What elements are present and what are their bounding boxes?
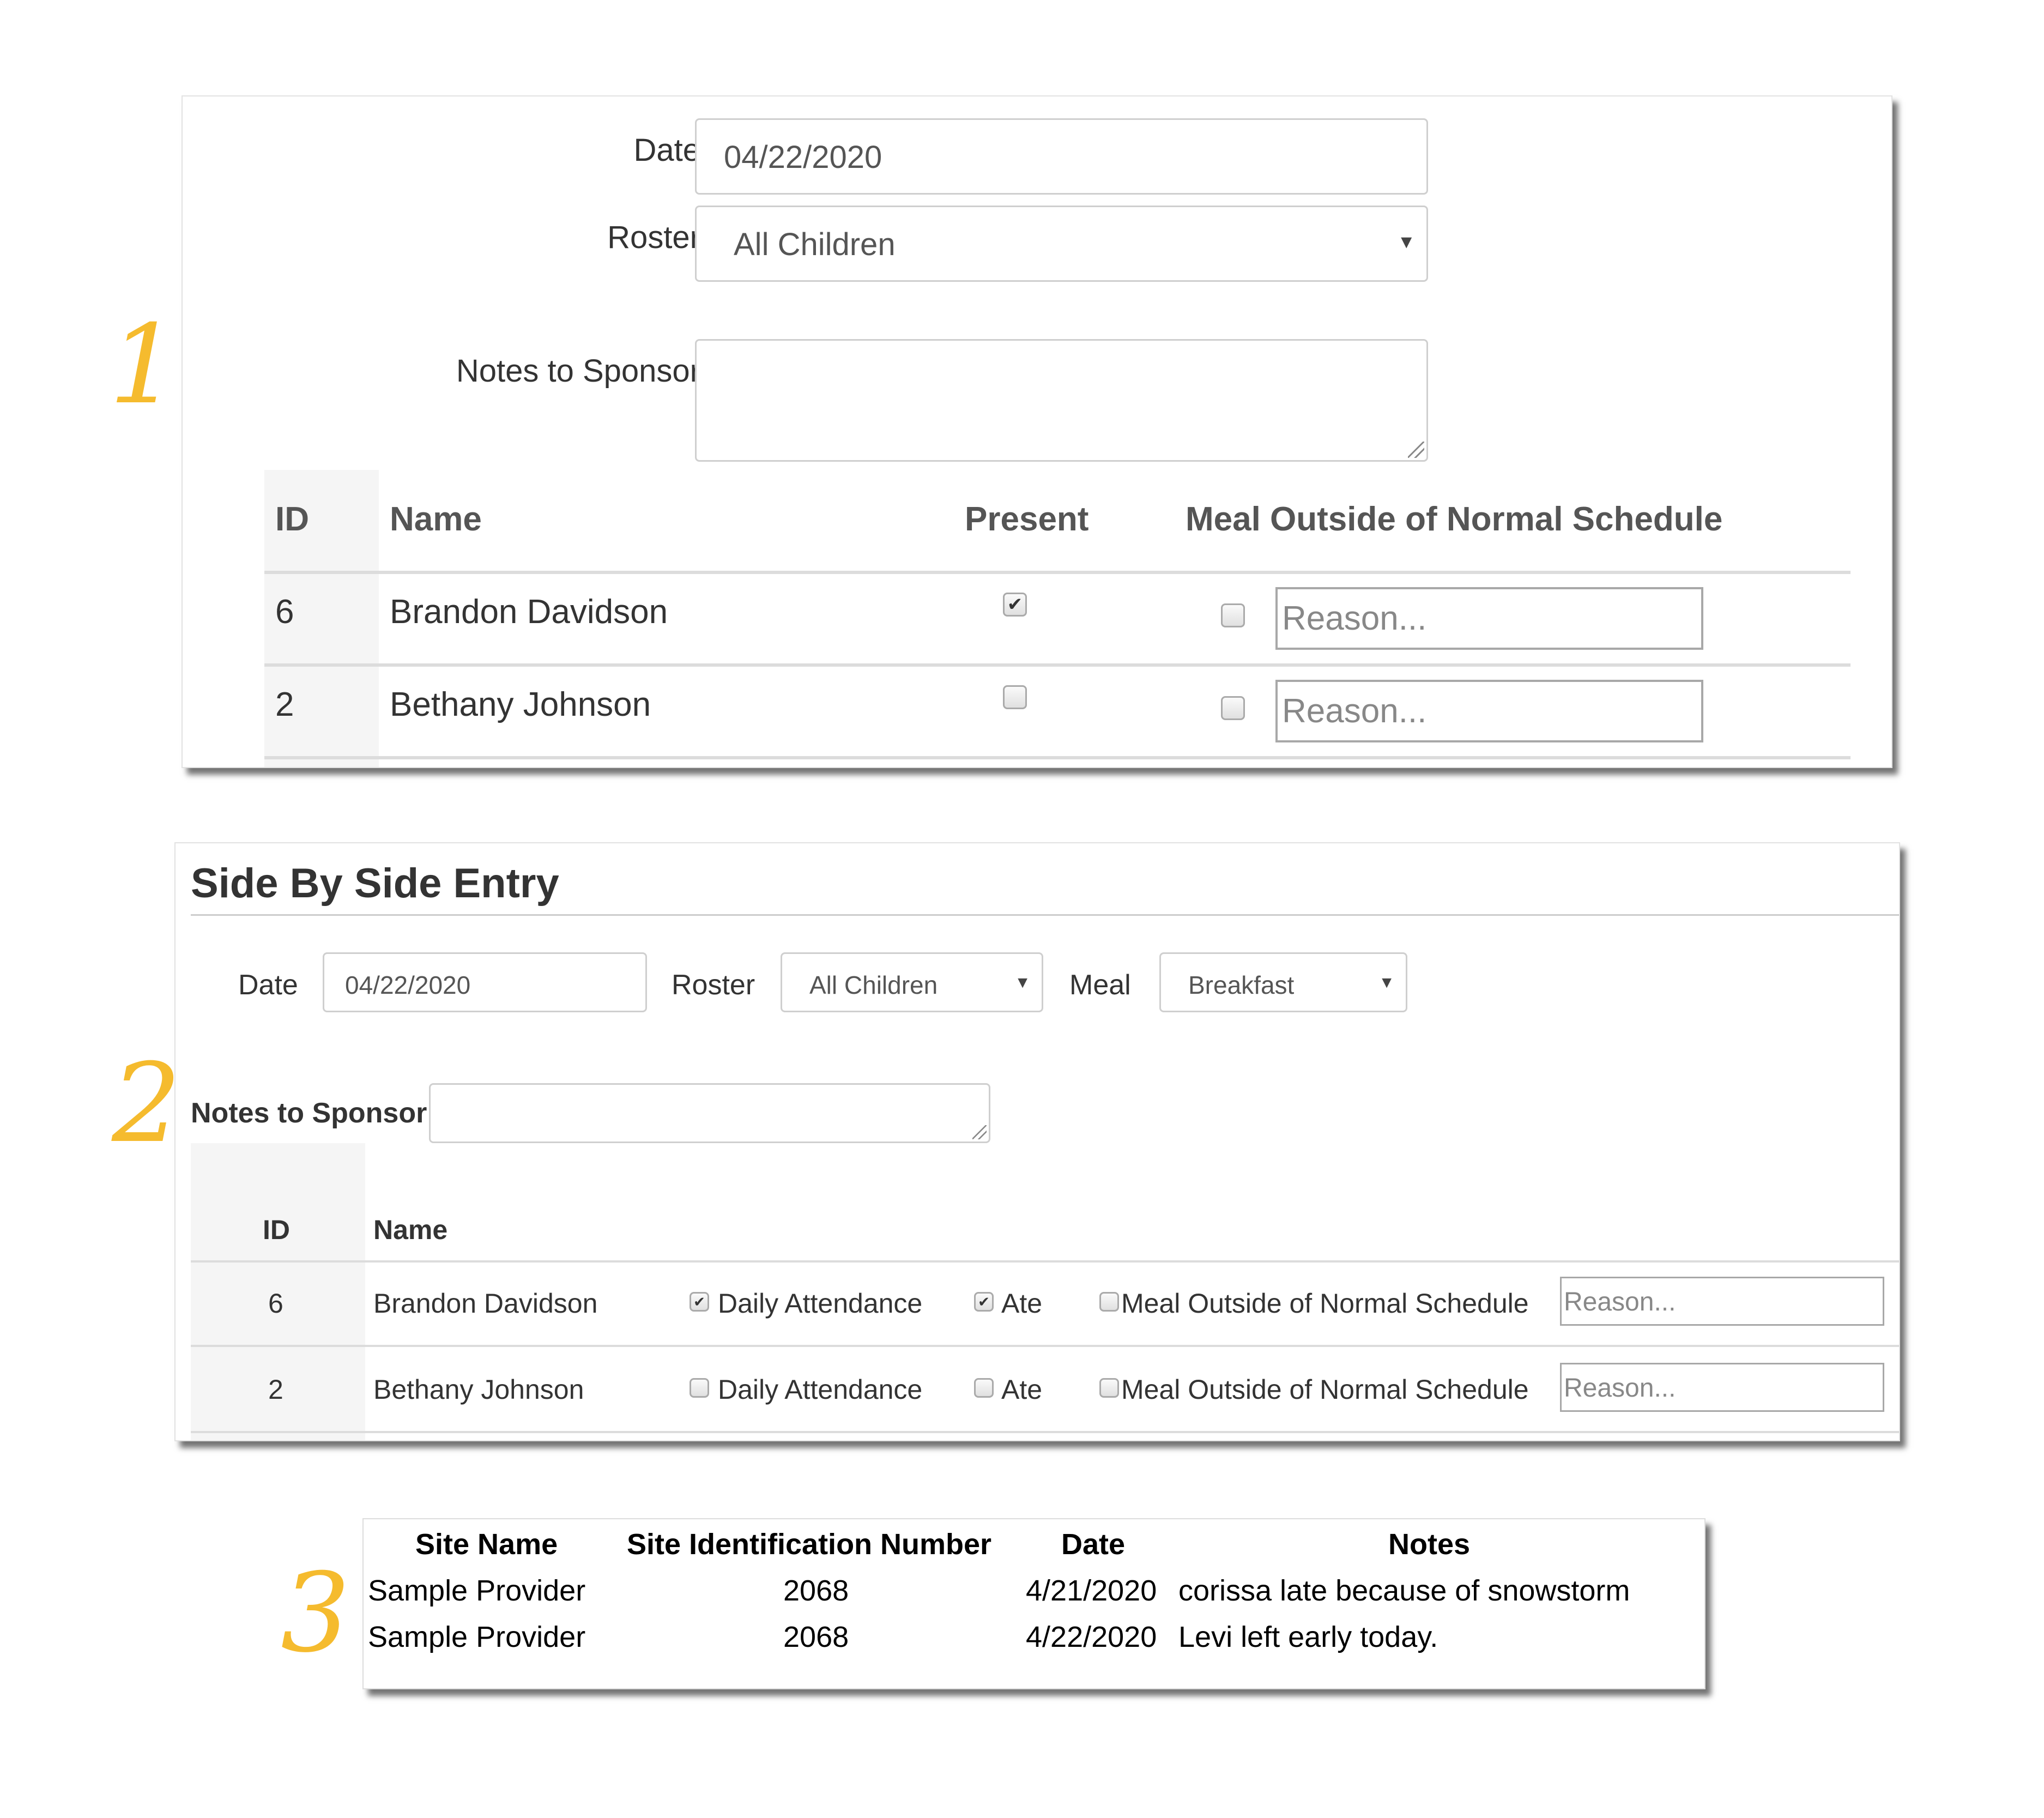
notes-textarea[interactable] — [429, 1083, 990, 1143]
ate-checkbox[interactable]: ✔ — [974, 1292, 994, 1312]
reason-input[interactable]: Reason... — [1275, 587, 1703, 650]
meal-outside-checkbox[interactable] — [1099, 1292, 1119, 1312]
row-name: Brandon Davidson — [390, 593, 668, 631]
header-divider — [191, 1260, 1899, 1263]
date-input[interactable]: 04/22/2020 — [323, 952, 647, 1012]
col-header-name: Name — [373, 1215, 448, 1245]
meal-outside-label: Meal Outside of Normal Schedule — [1121, 1288, 1529, 1319]
daily-attendance-checkbox[interactable] — [690, 1378, 709, 1398]
meal-outside-checkbox[interactable] — [1221, 603, 1245, 627]
site-name-cell: Sample Provider — [368, 1574, 586, 1607]
row-divider — [191, 1345, 1899, 1347]
row-divider — [264, 663, 1851, 667]
reason-placeholder: Reason... — [1564, 1374, 1676, 1403]
notes-report-panel: Site Name Site Identification Number Dat… — [362, 1518, 1706, 1689]
col-header-name: Name — [390, 500, 482, 538]
step-number-2: 2 — [112, 1040, 182, 1167]
row-divider — [264, 756, 1851, 759]
row-name: Bethany Johnson — [373, 1374, 584, 1405]
row-id: 2 — [268, 1374, 283, 1405]
date-label: Date — [633, 132, 700, 168]
col-header-id: ID — [275, 500, 309, 538]
meal-value: Breakfast — [1188, 971, 1295, 999]
roster-select[interactable]: All Children ▼ — [781, 952, 1043, 1012]
row-id: 2 — [275, 686, 294, 723]
site-id-cell: 2068 — [783, 1574, 849, 1607]
meal-label: Meal — [1069, 969, 1131, 1001]
date-cell: 4/21/2020 — [1026, 1574, 1157, 1607]
col-header-id: ID — [263, 1215, 290, 1245]
ate-checkbox[interactable] — [974, 1378, 994, 1398]
date-value: 04/22/2020 — [724, 140, 882, 175]
ate-label: Ate — [1001, 1288, 1043, 1319]
title-divider — [191, 914, 1899, 916]
date-cell: 4/22/2020 — [1026, 1621, 1157, 1653]
col-header-date: Date — [1061, 1528, 1126, 1561]
row-name: Bethany Johnson — [390, 686, 651, 723]
roster-label: Roster — [607, 220, 700, 255]
col-header-site-name: Site Name — [415, 1528, 558, 1561]
reason-placeholder: Reason... — [1564, 1288, 1676, 1316]
roster-select[interactable]: All Children ▼ — [695, 206, 1428, 282]
side-by-side-entry-panel: Side By Side Entry Date 04/22/2020 Roste… — [174, 842, 1900, 1441]
reason-input[interactable]: Reason... — [1275, 680, 1703, 742]
present-checkbox[interactable] — [1003, 685, 1027, 709]
meal-outside-label: Meal Outside of Normal Schedule — [1121, 1374, 1529, 1405]
panel-title: Side By Side Entry — [191, 860, 559, 907]
notes-cell: Levi left early today. — [1178, 1621, 1438, 1653]
reason-input[interactable]: Reason... — [1560, 1277, 1884, 1326]
daily-attendance-label: Daily Attendance — [718, 1288, 923, 1319]
row-divider — [191, 1431, 1899, 1433]
col-header-present: Present — [965, 500, 1089, 538]
roster-label: Roster — [672, 969, 755, 1001]
date-value: 04/22/2020 — [345, 971, 471, 999]
meal-outside-checkbox[interactable] — [1221, 696, 1245, 720]
header-divider — [264, 571, 1851, 574]
chevron-down-icon: ▼ — [1014, 974, 1031, 992]
row-name: Brandon Davidson — [373, 1288, 598, 1319]
roster-value: All Children — [809, 971, 938, 999]
row-id: 6 — [268, 1288, 283, 1319]
ate-label: Ate — [1001, 1374, 1043, 1405]
present-checkbox[interactable]: ✔ — [1003, 593, 1027, 617]
attendance-form-panel: Date 04/22/2020 Roster All Children ▼ No… — [182, 95, 1892, 768]
row-id: 6 — [275, 593, 294, 631]
notes-label: Notes to Sponsor — [456, 353, 700, 389]
col-header-meal-outside: Meal Outside of Normal Schedule — [1186, 500, 1723, 538]
meal-select[interactable]: Breakfast ▼ — [1159, 952, 1407, 1012]
col-header-site-id: Site Identification Number — [627, 1528, 992, 1561]
col-header-notes: Notes — [1388, 1528, 1471, 1561]
site-id-cell: 2068 — [783, 1621, 849, 1653]
roster-value: All Children — [734, 227, 896, 262]
notes-cell: corissa late because of snowstorm — [1178, 1574, 1630, 1607]
notes-textarea[interactable] — [695, 339, 1428, 462]
chevron-down-icon: ▼ — [1378, 974, 1395, 992]
reason-placeholder: Reason... — [1282, 600, 1427, 637]
resize-handle-icon[interactable] — [972, 1125, 987, 1139]
notes-label: Notes to Sponsor — [191, 1097, 427, 1129]
reason-input[interactable]: Reason... — [1560, 1363, 1884, 1412]
meal-outside-checkbox[interactable] — [1099, 1378, 1119, 1398]
daily-attendance-checkbox[interactable]: ✔ — [690, 1292, 709, 1312]
date-input[interactable]: 04/22/2020 — [695, 118, 1428, 195]
step-number-3: 3 — [281, 1550, 350, 1677]
site-name-cell: Sample Provider — [368, 1621, 586, 1653]
step-number-1: 1 — [109, 301, 179, 428]
chevron-down-icon: ▼ — [1397, 232, 1416, 252]
date-label: Date — [238, 969, 298, 1001]
daily-attendance-label: Daily Attendance — [718, 1374, 923, 1405]
reason-placeholder: Reason... — [1282, 692, 1427, 730]
resize-handle-icon[interactable] — [1408, 442, 1424, 458]
